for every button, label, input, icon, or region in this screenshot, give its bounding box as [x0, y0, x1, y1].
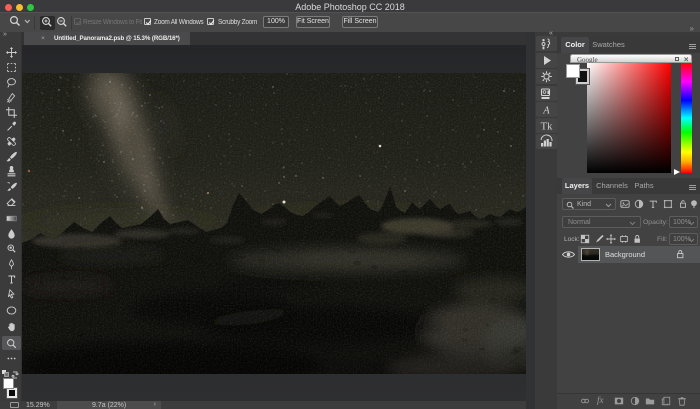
svg-text:Tk: Tk — [541, 122, 553, 133]
svg-text:A: A — [542, 105, 550, 116]
